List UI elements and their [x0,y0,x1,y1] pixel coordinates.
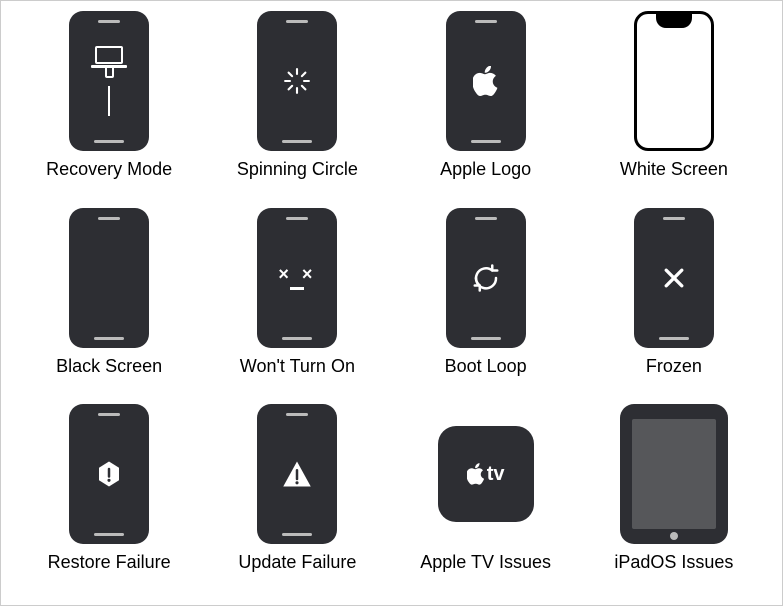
notch [656,14,692,28]
phone-frame [257,11,337,151]
phone-frame-white [634,11,714,151]
speaker-slot [286,217,308,220]
phone-frame [69,11,149,151]
option-spinning-circle[interactable]: Spinning Circle [203,11,391,198]
label-wont-turn-on: Won't Turn On [240,356,355,377]
home-indicator [94,533,124,536]
speaker-slot [286,20,308,23]
option-recovery-mode[interactable]: Recovery Mode [15,11,203,198]
label-frozen: Frozen [646,356,702,377]
label-apple-logo: Apple Logo [440,159,531,180]
label-spinning-circle: Spinning Circle [237,159,358,180]
label-boot-loop: Boot Loop [445,356,527,377]
home-indicator [659,337,689,340]
speaker-slot [98,413,120,416]
spinner-icon [283,67,311,95]
option-apple-tv-issues[interactable]: tv Apple TV Issues [392,404,580,591]
ipad-frame [620,404,728,544]
label-ipados-issues: iPadOS Issues [614,552,733,573]
home-indicator [282,140,312,143]
speaker-slot [98,217,120,220]
appletv-frame: tv [438,426,534,522]
phone-frame [634,208,714,348]
option-frozen[interactable]: Frozen [580,208,768,395]
home-indicator [94,140,124,143]
apple-logo-icon [473,66,499,96]
speaker-slot [475,217,497,220]
phone-frame [446,11,526,151]
triangle-alert-icon [282,460,312,488]
ipad-home-button [670,532,678,540]
option-restore-failure[interactable]: Restore Failure [15,404,203,591]
speaker-slot [475,20,497,23]
label-recovery-mode: Recovery Mode [46,159,172,180]
label-update-failure: Update Failure [238,552,356,573]
option-wont-turn-on[interactable]: × × Won't Turn On [203,208,391,395]
label-white-screen: White Screen [620,159,728,180]
home-indicator [94,337,124,340]
option-apple-logo[interactable]: Apple Logo [392,11,580,198]
phone-frame [69,208,149,348]
label-black-screen: Black Screen [56,356,162,377]
option-ipados-issues[interactable]: iPadOS Issues [580,404,768,591]
option-white-screen[interactable]: White Screen [580,11,768,198]
home-indicator [471,140,501,143]
phone-frame: × × [257,208,337,348]
home-indicator [282,533,312,536]
appletv-logo-icon: tv [467,463,505,486]
ipad-screen [632,419,716,529]
issue-grid: Recovery Mode [0,0,783,606]
speaker-slot [286,413,308,416]
phone-frame [69,404,149,544]
label-restore-failure: Restore Failure [48,552,171,573]
home-indicator [282,337,312,340]
cross-icon [661,265,687,291]
option-boot-loop[interactable]: Boot Loop [392,208,580,395]
home-indicator [471,337,501,340]
speaker-slot [663,217,685,220]
option-black-screen[interactable]: Black Screen [15,208,203,395]
label-apple-tv-issues: Apple TV Issues [420,552,551,573]
dead-face-icon: × × [278,265,316,290]
gear-alert-icon [94,459,124,489]
recovery-icon [91,46,127,116]
phone-frame [257,404,337,544]
loop-icon [471,263,501,293]
phone-frame [446,208,526,348]
option-update-failure[interactable]: Update Failure [203,404,391,591]
speaker-slot [98,20,120,23]
